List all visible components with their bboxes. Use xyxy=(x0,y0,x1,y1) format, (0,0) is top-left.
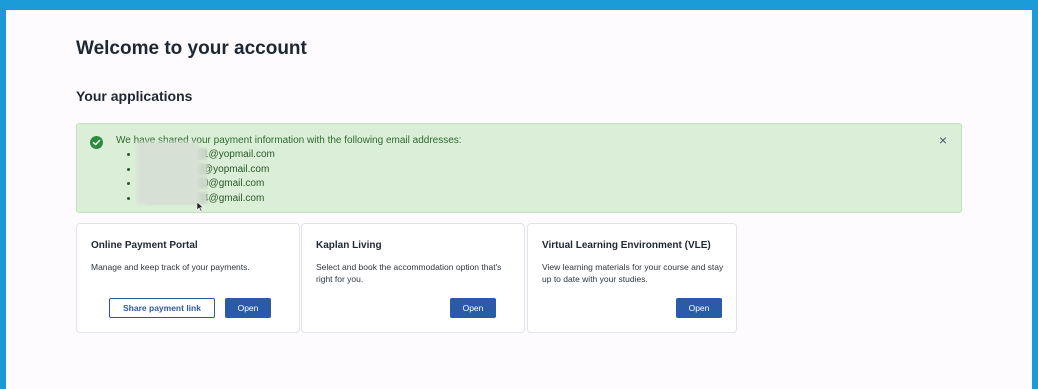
section-title: Your applications xyxy=(76,88,193,104)
email-address: @yopmail.com xyxy=(203,163,270,175)
card-kaplan-living: Kaplan Living Select and book the accomm… xyxy=(301,223,525,333)
open-vle-button[interactable]: Open xyxy=(676,298,722,318)
card-description: View learning materials for your course … xyxy=(542,262,724,284)
card-title: Virtual Learning Environment (VLE) xyxy=(542,240,711,251)
close-icon[interactable]: × xyxy=(935,132,951,148)
open-kaplan-living-button[interactable]: Open xyxy=(450,298,496,318)
card-description: Select and book the accommodation option… xyxy=(316,262,502,284)
email-address: 1@yopmail.com xyxy=(203,149,275,160)
card-vle: Virtual Learning Environment (VLE) View … xyxy=(527,223,737,333)
share-payment-link-button[interactable]: Share payment link xyxy=(109,298,215,318)
check-circle-icon xyxy=(90,136,103,149)
page-title: Welcome to your account xyxy=(76,38,307,59)
page-frame: Welcome to your account Your application… xyxy=(6,10,1032,389)
card-title: Online Payment Portal xyxy=(91,240,198,251)
success-alert: We have shared your payment information … xyxy=(76,123,962,213)
open-payment-portal-button[interactable]: Open xyxy=(225,298,271,318)
card-title: Kaplan Living xyxy=(316,240,382,251)
mouse-cursor-icon xyxy=(197,202,205,212)
card-online-payment-portal: Online Payment Portal Manage and keep tr… xyxy=(76,223,300,333)
redacted-region xyxy=(137,142,199,204)
email-address: 0@gmail.com xyxy=(203,178,265,189)
email-address: 4@gmail.com xyxy=(203,192,265,204)
card-description: Manage and keep track of your payments. xyxy=(91,262,250,272)
